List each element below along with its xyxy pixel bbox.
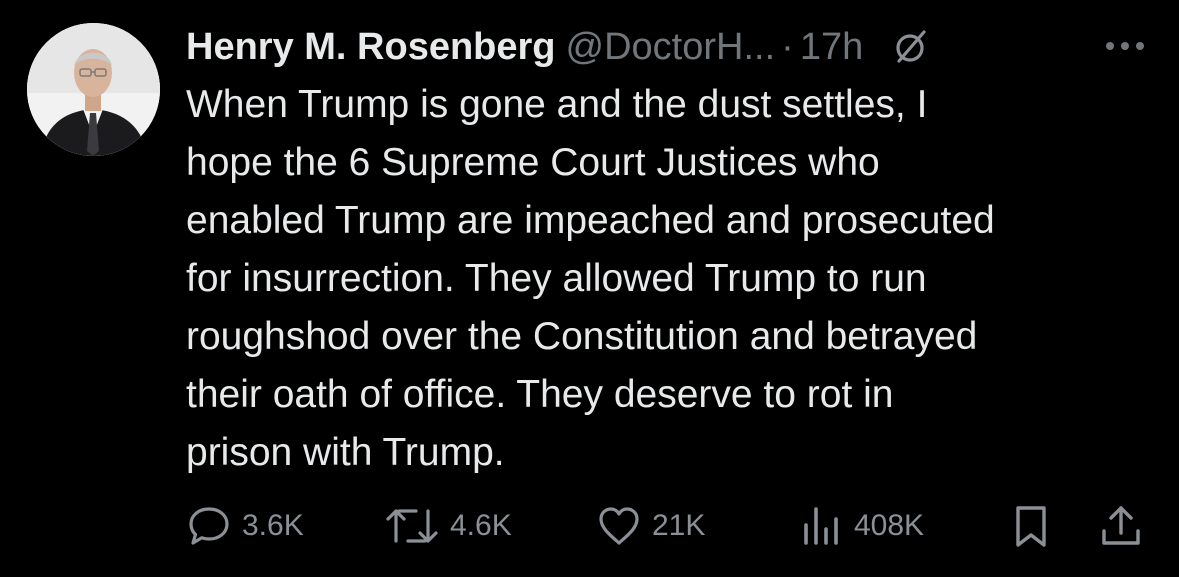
avatar-photo: [27, 23, 160, 156]
reply-button[interactable]: 3.6K: [186, 500, 304, 552]
tweet-text: When Trump is gone and the dust settles,…: [186, 83, 995, 474]
bar-chart-icon: [804, 507, 838, 545]
bookmark-button[interactable]: [1008, 500, 1054, 552]
share-button[interactable]: [1098, 500, 1144, 552]
heart-icon: [599, 507, 639, 545]
avatar[interactable]: [27, 23, 160, 156]
more-horizontal-icon[interactable]: [1100, 26, 1150, 66]
views-count: 408K: [854, 509, 925, 542]
like-count: 21K: [652, 509, 706, 542]
repost-button[interactable]: 4.6K: [384, 500, 512, 552]
author-name[interactable]: Henry M. Rosenberg: [186, 26, 556, 69]
header-separator: ·: [781, 25, 794, 68]
repost-count: 4.6K: [450, 509, 512, 542]
reply-count: 3.6K: [242, 509, 304, 542]
tweet[interactable]: Henry M. Rosenberg @DoctorH... · 17h Whe…: [0, 0, 1179, 577]
author-handle[interactable]: @DoctorH...: [566, 26, 776, 69]
views-button[interactable]: 408K: [798, 500, 924, 552]
repost-arrows-icon: [386, 509, 438, 543]
like-button[interactable]: 21K: [596, 500, 705, 552]
tweet-header: Henry M. Rosenberg @DoctorH... · 17h: [186, 22, 929, 72]
action-bar: 3.6K 4.6K 21K 408K: [186, 500, 1156, 552]
share-upload-icon: [1102, 506, 1140, 545]
reply-bubble-icon: [189, 507, 229, 545]
bookmark-icon: [1016, 506, 1046, 547]
grok-slash-icon[interactable]: [891, 28, 929, 66]
timestamp[interactable]: 17h: [800, 26, 863, 69]
